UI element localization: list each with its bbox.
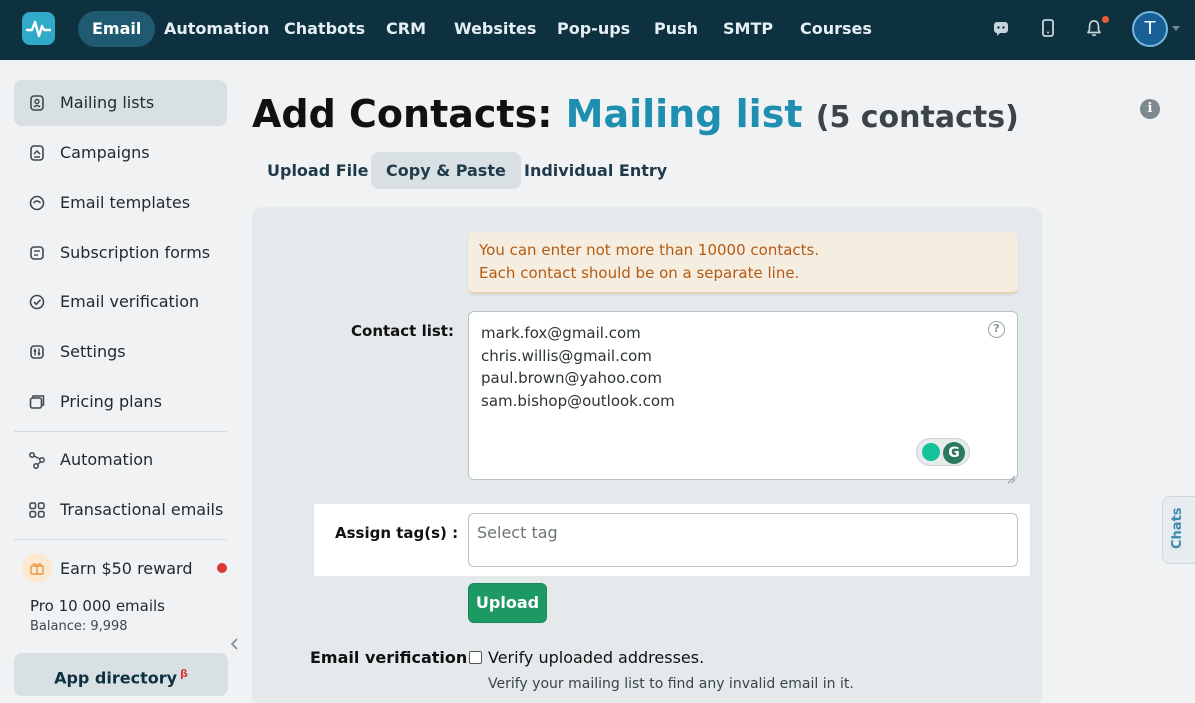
app-directory-label: App directory [54, 668, 178, 688]
sidebar-item-label: Campaigns [60, 143, 150, 162]
nav-courses[interactable]: Courses [786, 11, 886, 47]
gift-icon [22, 553, 52, 583]
sidebar-divider [14, 539, 227, 540]
avatar[interactable]: T [1132, 11, 1168, 47]
sidebar-item-subscription-forms[interactable]: Subscription forms [14, 230, 227, 276]
sidebar-item-label: Pricing plans [60, 392, 162, 411]
nav-automation[interactable]: Automation [150, 11, 283, 47]
sidebar-item-automation[interactable]: Automation [14, 437, 227, 483]
sidebar-item-transactional-emails[interactable]: Transactional emails [14, 487, 227, 533]
verify-hint-text: Verify your mailing list to find any inv… [488, 676, 854, 692]
chevron-down-icon[interactable] [1172, 26, 1180, 31]
tab-upload-file[interactable]: Upload File [252, 152, 384, 189]
nav-smtp[interactable]: SMTP [709, 11, 787, 47]
mobile-icon[interactable] [1038, 18, 1058, 38]
campaign-icon [28, 144, 46, 162]
sidebar-item-label: Settings [60, 342, 126, 361]
top-navigation: Email Automation Chatbots CRM Websites P… [0, 0, 1195, 60]
sidebar-item-pricing-plans[interactable]: Pricing plans [14, 379, 227, 425]
tab-individual-entry[interactable]: Individual Entry [509, 152, 682, 189]
earn-reward-link[interactable]: Earn $50 reward [60, 559, 192, 578]
contacts-count: (5 contacts) [815, 100, 1019, 135]
sidebar-item-campaigns[interactable]: Campaigns [14, 130, 227, 176]
chats-tab-label: Chats [1170, 507, 1185, 549]
settings-sliders-icon [28, 343, 46, 361]
info-icon[interactable]: i [1140, 99, 1160, 119]
contact-line: mark.fox@gmail.com [481, 324, 641, 342]
resize-handle-icon[interactable] [1007, 469, 1016, 484]
nav-websites[interactable]: Websites [440, 11, 550, 47]
contacts-book-icon [28, 94, 46, 112]
alert-line: Each contact should be on a separate lin… [479, 264, 800, 282]
nav-popups[interactable]: Pop-ups [543, 11, 644, 47]
sidebar-divider [14, 431, 227, 432]
mailing-list-name[interactable]: Mailing list [566, 92, 803, 136]
tag-select-input[interactable]: Select tag [468, 513, 1018, 567]
app-directory-button[interactable]: App directory β [14, 653, 228, 696]
assign-tags-label: Assign tag(s) : [335, 524, 459, 542]
contact-list-label: Contact list: [351, 322, 454, 340]
nav-chatbots[interactable]: Chatbots [270, 11, 379, 47]
sidebar-item-label: Transactional emails [60, 500, 224, 519]
verify-check-icon [28, 293, 46, 311]
tab-copy-paste[interactable]: Copy & Paste [371, 152, 521, 189]
upload-button[interactable]: Upload [468, 583, 547, 623]
reward-notification-dot [217, 563, 227, 573]
verify-addresses-checkbox[interactable] [469, 651, 482, 664]
contact-line: sam.bishop@outlook.com [481, 392, 675, 411]
pulse-logo-icon[interactable] [22, 12, 55, 45]
verify-addresses-label[interactable]: Verify uploaded addresses. [488, 648, 704, 667]
plan-balance: Balance: 9,998 [30, 619, 128, 634]
bell-icon[interactable] [1084, 18, 1104, 38]
alert-line: You can enter not more than 10000 contac… [479, 241, 820, 259]
sidebar-item-email-templates[interactable]: Email templates [14, 180, 227, 226]
pricing-card-icon [28, 393, 46, 411]
sidebar-item-label: Email verification [60, 292, 200, 311]
sidebar-item-mailing-lists[interactable]: Mailing lists [14, 80, 227, 126]
sidebar-item-label: Automation [60, 450, 154, 469]
grammarly-widget[interactable]: G [916, 438, 970, 466]
grammarly-icon[interactable]: G [943, 442, 965, 464]
sidebar-item-settings[interactable]: Settings [14, 329, 227, 375]
nav-push[interactable]: Push [640, 11, 712, 47]
chats-side-tab[interactable]: Chats [1162, 496, 1195, 564]
page-title-prefix: Add Contacts: [252, 92, 553, 136]
form-icon [28, 244, 46, 262]
template-icon [28, 194, 46, 212]
notification-dot [1102, 16, 1109, 23]
nav-crm[interactable]: CRM [372, 11, 440, 47]
contact-line: chris.willis@gmail.com [481, 346, 652, 365]
contact-line: paul.brown@yahoo.com [481, 369, 662, 388]
sidebar-item-label: Subscription forms [60, 243, 211, 262]
sidebar-item-email-verification[interactable]: Email verification [14, 279, 227, 325]
sidebar-item-label: Email templates [60, 193, 191, 212]
page-title: Add Contacts: Mailing list (5 contacts) [252, 92, 1019, 136]
grid-icon [28, 501, 46, 519]
plan-name: Pro 10 000 emails [30, 597, 165, 615]
sidebar-item-label: Mailing lists [60, 93, 155, 112]
lightbulb-icon[interactable] [922, 443, 940, 461]
beta-badge: β [180, 667, 188, 680]
help-icon[interactable]: ? [988, 321, 1005, 338]
contacts-limit-alert: You can enter not more than 10000 contac… [468, 232, 1018, 294]
nav-email[interactable]: Email [78, 11, 156, 47]
chat-icon[interactable] [991, 18, 1011, 38]
chevron-left-icon[interactable] [228, 636, 242, 650]
email-verification-label: Email verification: [310, 648, 474, 667]
automation-flow-icon [28, 451, 46, 469]
